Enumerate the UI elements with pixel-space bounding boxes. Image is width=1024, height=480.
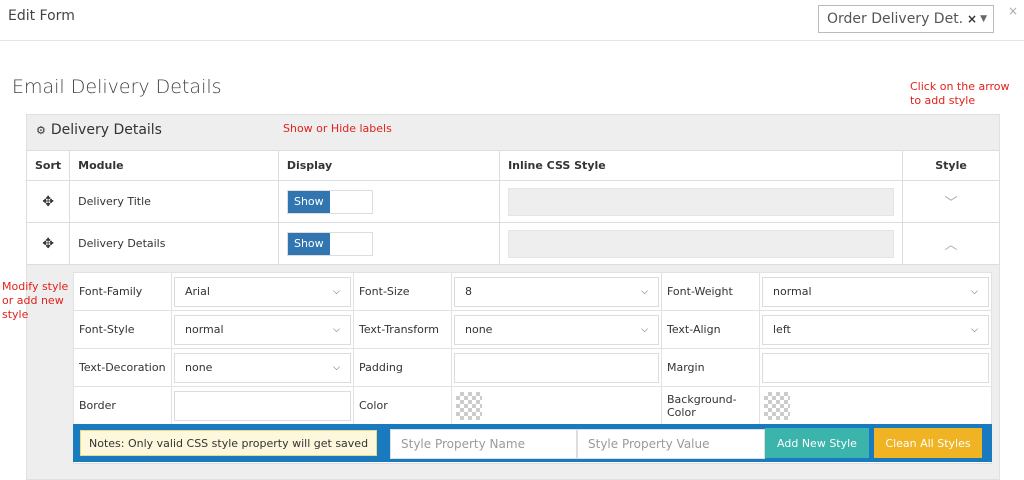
text-align-select[interactable]: left ⌵ [762, 314, 989, 345]
page-title: Edit Form [8, 8, 75, 24]
gears-icon: ⚙ [36, 123, 46, 137]
show-toggle-label: Show [287, 190, 330, 213]
chevron-down-icon: ⌵ [333, 362, 340, 373]
add-new-style-button[interactable]: Add New Style [765, 428, 869, 458]
background-color-picker[interactable] [764, 391, 790, 420]
style-row: Font-Style normal ⌵ Text-Transform none ⌵ … [73, 310, 992, 349]
chevron-up-icon[interactable]: ︿ [945, 238, 958, 253]
text-align-label: Text-Align [661, 310, 760, 349]
style-row: Text-Decoration none ⌵ Padding Margin [73, 348, 992, 387]
font-style-select[interactable]: normal ⌵ [174, 314, 351, 345]
table-row: ✥ Delivery Title Show ﹀ [25, 180, 1000, 223]
caret-down-icon[interactable]: ▼ [980, 14, 987, 24]
close-icon[interactable]: × [1008, 4, 1018, 18]
panel-title: Delivery Details [50, 122, 162, 138]
color-picker[interactable] [456, 391, 482, 420]
style-properties-table: Font-Family Arial ⌵ Font-Size 8 ⌵ Font-Wei… [73, 272, 992, 425]
module-name: Delivery Details [69, 222, 279, 265]
margin-input[interactable] [762, 352, 989, 383]
style-cell: ﹀ [902, 180, 1000, 223]
style-property-value-input[interactable] [577, 429, 765, 459]
annotation-arrow-hint: Click on the arrow to add style [910, 80, 1010, 107]
panel-header: ⚙ Delivery Details [36, 122, 162, 138]
text-transform-select[interactable]: none ⌵ [454, 314, 659, 345]
font-size-label: Font-Size [353, 272, 452, 311]
text-transform-label: Text-Transform [353, 310, 452, 349]
inline-css-field[interactable] [508, 229, 895, 258]
column-header-display: Display [277, 150, 501, 181]
text-decoration-select[interactable]: none ⌵ [174, 352, 351, 383]
chevron-down-icon: ⌵ [641, 286, 648, 297]
column-header-sort: Sort [25, 150, 71, 181]
clean-all-styles-button[interactable]: Clean All Styles [874, 428, 982, 458]
move-icon[interactable]: ✥ [25, 180, 71, 223]
display-cell: Show [277, 180, 501, 223]
annotation-modify-hint: Modify style or add new style [2, 280, 69, 321]
background-color-label: Background-Color [661, 386, 760, 425]
style-property-name-input[interactable] [390, 429, 577, 459]
form-select-value: Order Delivery Det... [827, 11, 965, 27]
padding-label: Padding [353, 348, 452, 387]
display-cell: Show [277, 222, 501, 265]
style-row: Border Color Background-Color [73, 386, 992, 425]
show-toggle[interactable]: Show [286, 231, 373, 256]
border-label: Border [73, 386, 172, 425]
chevron-down-icon: ⌵ [971, 286, 978, 297]
text-decoration-label: Text-Decoration [73, 348, 172, 387]
font-family-select[interactable]: Arial ⌵ [174, 276, 351, 307]
modules-table: Sort Module Display Inline CSS Style Sty… [25, 150, 1000, 265]
column-header-inline-css: Inline CSS Style [499, 150, 904, 181]
table-header-row: Sort Module Display Inline CSS Style Sty… [25, 150, 1000, 181]
margin-label: Margin [661, 348, 760, 387]
module-name: Delivery Title [69, 180, 279, 223]
header-divider [0, 40, 1024, 41]
column-header-module: Module [69, 150, 279, 181]
border-input[interactable] [174, 390, 351, 421]
color-label: Color [353, 386, 452, 425]
chevron-down-icon[interactable]: ﹀ [945, 196, 958, 211]
chevron-down-icon: ⌵ [971, 324, 978, 335]
padding-input[interactable] [454, 352, 659, 383]
font-style-label: Font-Style [73, 310, 172, 349]
show-toggle-label: Show [287, 232, 330, 255]
chevron-down-icon: ⌵ [333, 324, 340, 335]
annotation-labels-hint: Show or Hide labels [283, 122, 392, 135]
style-row: Font-Family Arial ⌵ Font-Size 8 ⌵ Font-Wei… [73, 272, 992, 311]
style-cell: ︿ [902, 222, 1000, 265]
inline-css-cell [499, 222, 904, 265]
move-icon[interactable]: ✥ [25, 222, 71, 265]
clear-icon[interactable]: × [967, 12, 977, 26]
section-title: Email Delivery Details [12, 76, 222, 98]
font-weight-label: Font-Weight [661, 272, 760, 311]
column-header-style: Style [902, 150, 1000, 181]
font-family-label: Font-Family [73, 272, 172, 311]
inline-css-cell [499, 180, 904, 223]
inline-css-field[interactable] [508, 187, 895, 216]
table-row: ✥ Delivery Details Show ︿ [25, 222, 1000, 265]
font-weight-select[interactable]: normal ⌵ [762, 276, 989, 307]
chevron-down-icon: ⌵ [641, 324, 648, 335]
css-note: Notes: Only valid CSS style property wil… [80, 430, 378, 456]
font-size-select[interactable]: 8 ⌵ [454, 276, 659, 307]
show-toggle[interactable]: Show [286, 189, 373, 214]
form-select[interactable]: Order Delivery Det... × ▼ [818, 5, 994, 33]
chevron-down-icon: ⌵ [333, 286, 340, 297]
